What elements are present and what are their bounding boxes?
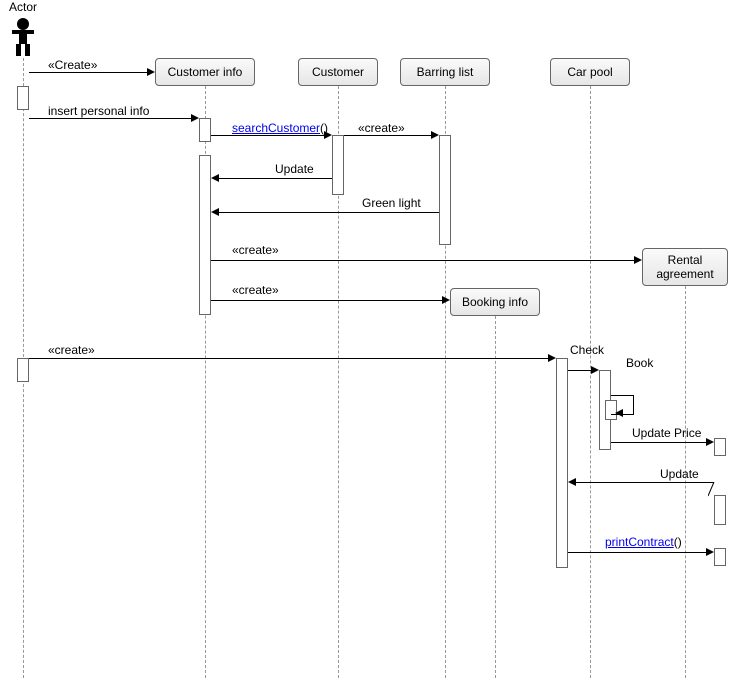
activation-print	[714, 548, 726, 566]
lifeline-car-pool-dash	[590, 86, 591, 678]
msg-print-arrow	[706, 548, 714, 556]
msg-print-line	[568, 552, 706, 553]
activation-check	[556, 358, 568, 568]
activation-customer-1	[332, 135, 344, 195]
msg-create-1-arrow	[147, 68, 155, 76]
actor-label: Actor	[8, 0, 38, 14]
lifeline-booking-info-dash	[495, 316, 496, 678]
msg-create-booking-line	[211, 300, 442, 301]
activation-custinfo-2	[199, 155, 211, 315]
msg-update-price-arrow	[706, 438, 714, 446]
msg-greenlight-arrow	[211, 208, 219, 216]
rental-agreement-label: Rental agreement	[656, 253, 713, 282]
msg-create-9-line	[29, 358, 548, 359]
msg-update-price-label: Update Price	[632, 426, 701, 440]
actor-icon	[8, 16, 38, 56]
msg-search-line	[211, 135, 324, 136]
msg-update-line	[219, 178, 332, 179]
msg-insert-arrow	[191, 114, 199, 122]
lifeline-rental-agreement: Rental agreement	[642, 248, 728, 286]
lifeline-customer-info: Customer info	[155, 58, 255, 86]
msg-create-barring-line	[344, 135, 431, 136]
msg-update-2-label: Update	[660, 467, 699, 481]
activation-update	[714, 495, 726, 525]
activation-custinfo-1	[199, 118, 211, 142]
activation-update-price	[714, 438, 726, 456]
msg-search-link[interactable]: searchCustomer	[232, 121, 320, 135]
msg-create-9-arrow	[548, 354, 556, 362]
msg-create-barring-label: «create»	[358, 121, 405, 135]
lifeline-customer: Customer	[298, 58, 378, 86]
msg-create-1-line	[29, 72, 147, 73]
msg-update-2-arrow	[568, 478, 576, 486]
msg-insert-label: insert personal info	[48, 104, 149, 118]
msg-update-arrow	[211, 174, 219, 182]
msg-print-link[interactable]: printContract	[605, 535, 674, 549]
msg-check-label: Check	[570, 343, 604, 357]
msg-search-arrow	[324, 131, 332, 139]
msg-insert-line	[29, 118, 191, 119]
msg-create-1-label: «Create»	[48, 58, 97, 72]
msg-update-price-line	[611, 442, 706, 443]
msg-search-label: searchCustomer()	[232, 121, 328, 135]
lifeline-car-pool: Car pool	[550, 58, 630, 86]
lifeline-barring-list: Barring list	[400, 58, 490, 86]
sequence-diagram: Actor Customer info Customer Barring lis…	[0, 0, 746, 685]
lifeline-booking-info: Booking info	[450, 288, 540, 316]
msg-greenlight-label: Green light	[362, 196, 421, 210]
msg-book-arrow	[591, 366, 599, 374]
msg-create-9-label: «create»	[48, 343, 95, 357]
msg-create-barring-arrow	[431, 131, 439, 139]
msg-print-label: printContract()	[605, 535, 682, 549]
actor: Actor	[8, 0, 38, 56]
msg-greenlight-line	[219, 212, 439, 213]
activation-barring-1	[439, 135, 451, 245]
msg-create-booking-arrow	[442, 296, 450, 304]
msg-create-rental-label: «create»	[232, 243, 279, 257]
msg-book-label: Book	[626, 356, 653, 370]
msg-book-line	[568, 370, 591, 371]
msg-create-rental-arrow	[634, 256, 642, 264]
msg-update-2-slant	[708, 482, 724, 498]
activation-actor-2	[17, 358, 29, 382]
msg-update-label: Update	[275, 162, 314, 176]
msg-update-2-line	[576, 482, 714, 483]
msg-create-rental-line	[211, 260, 634, 261]
msg-create-booking-label: «create»	[232, 283, 279, 297]
msg-book-self-arrow	[615, 409, 623, 417]
activation-actor-1	[17, 86, 29, 110]
